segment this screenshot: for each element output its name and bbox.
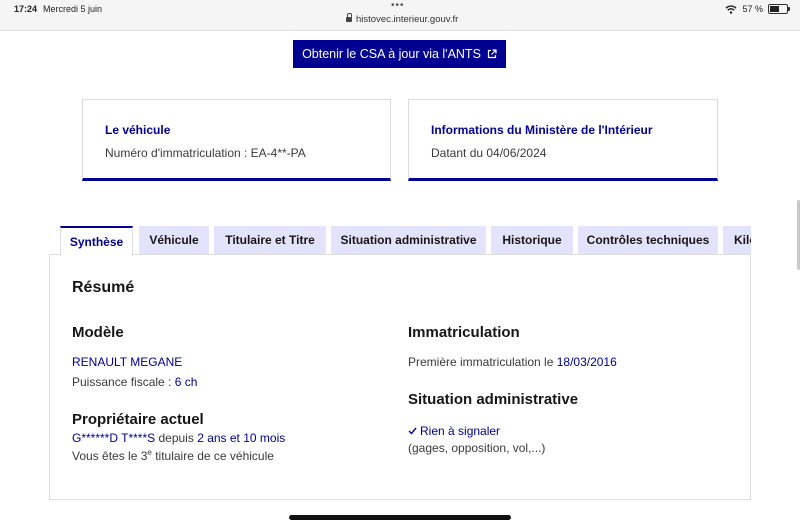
fiscal-power-label: Puissance fiscale : <box>72 375 175 389</box>
fiscal-power-value: 6 ch <box>174 375 198 389</box>
tab-synthese[interactable]: Synthèse <box>60 226 133 256</box>
url-text: histovec.interieur.gouv.fr <box>356 14 459 25</box>
fiscal-power: Puissance fiscale : 6 ch <box>72 375 197 389</box>
home-indicator[interactable] <box>289 515 511 520</box>
ministry-card: Informations du Ministère de l'Intérieur… <box>408 99 718 181</box>
first-registration: Première immatriculation le 18/03/2016 <box>408 355 617 369</box>
status-bar: 17:24 Mercredi 5 juin ••• histovec.inter… <box>0 0 800 31</box>
model-heading: Modèle <box>72 324 124 341</box>
vehicle-card: Le véhicule Numéro d'immatriculation : E… <box>82 99 391 181</box>
owner-line: G******D T****S depuis 2 ans et 10 mois <box>72 431 285 445</box>
owner-rank: Vous êtes le 3e titulaire de ce véhicule <box>72 448 274 463</box>
tab-bar: Synthèse Véhicule Titulaire et Titre Sit… <box>60 226 751 256</box>
tab-titulaire[interactable]: Titulaire et Titre <box>214 226 326 254</box>
owner-heading: Propriétaire actuel <box>72 411 204 428</box>
url-bar[interactable]: histovec.interieur.gouv.fr <box>346 13 459 25</box>
csa-button-label: Obtenir le CSA à jour via l'ANTS <box>302 47 481 61</box>
owner-name: G******D T****S <box>72 431 156 445</box>
lock-icon <box>346 13 352 22</box>
ministry-card-text: Datant du 04/06/2024 <box>431 146 547 160</box>
summary-heading: Résumé <box>72 279 135 296</box>
battery-icon <box>768 4 790 14</box>
external-link-icon <box>487 49 497 59</box>
owner-rank-suffix: titulaire de ce véhicule <box>151 449 274 463</box>
tab-situation-administrative[interactable]: Situation administrative <box>331 226 486 254</box>
wifi-icon <box>725 4 737 14</box>
tab-controles-techniques[interactable]: Contrôles techniques <box>578 226 718 254</box>
tab-vehicule[interactable]: Véhicule <box>139 226 209 254</box>
check-icon <box>408 427 417 435</box>
owner-since-label: depuis <box>155 431 198 445</box>
status-time: 17:24 <box>14 4 38 14</box>
obtain-csa-button[interactable]: Obtenir le CSA à jour via l'ANTS <box>293 40 506 68</box>
battery-percent: 57 % <box>742 4 763 14</box>
status-date: Mercredi 5 juin <box>43 4 103 14</box>
ministry-card-title: Informations du Ministère de l'Intérieur <box>431 123 653 137</box>
owner-rank-prefix: Vous êtes le <box>72 449 141 463</box>
first-registration-label: Première immatriculation le <box>408 355 557 369</box>
admin-situation-heading: Situation administrative <box>408 391 579 408</box>
tab-kilometrage[interactable]: Kilo <box>723 226 751 254</box>
registration-heading: Immatriculation <box>408 324 520 341</box>
tab-historique[interactable]: Historique <box>491 226 573 254</box>
model-name: RENAULT MEGANE <box>72 355 183 369</box>
more-dots-icon[interactable]: ••• <box>391 0 405 11</box>
vehicle-card-title: Le véhicule <box>105 123 171 137</box>
admin-status-text: Rien à signaler <box>420 424 501 438</box>
first-registration-date: 18/03/2016 <box>556 355 617 369</box>
vehicle-card-text: Numéro d'immatriculation : EA-4**-PA <box>105 146 306 160</box>
admin-status-detail: (gages, opposition, vol,...) <box>408 441 546 455</box>
admin-status-link[interactable]: Rien à signaler <box>408 424 500 438</box>
status-indicators: 57 % <box>725 4 790 14</box>
synthese-panel: Résumé Modèle RENAULT MEGANE Puissance f… <box>49 254 751 500</box>
owner-since-value: 2 ans et 10 mois <box>197 431 286 445</box>
